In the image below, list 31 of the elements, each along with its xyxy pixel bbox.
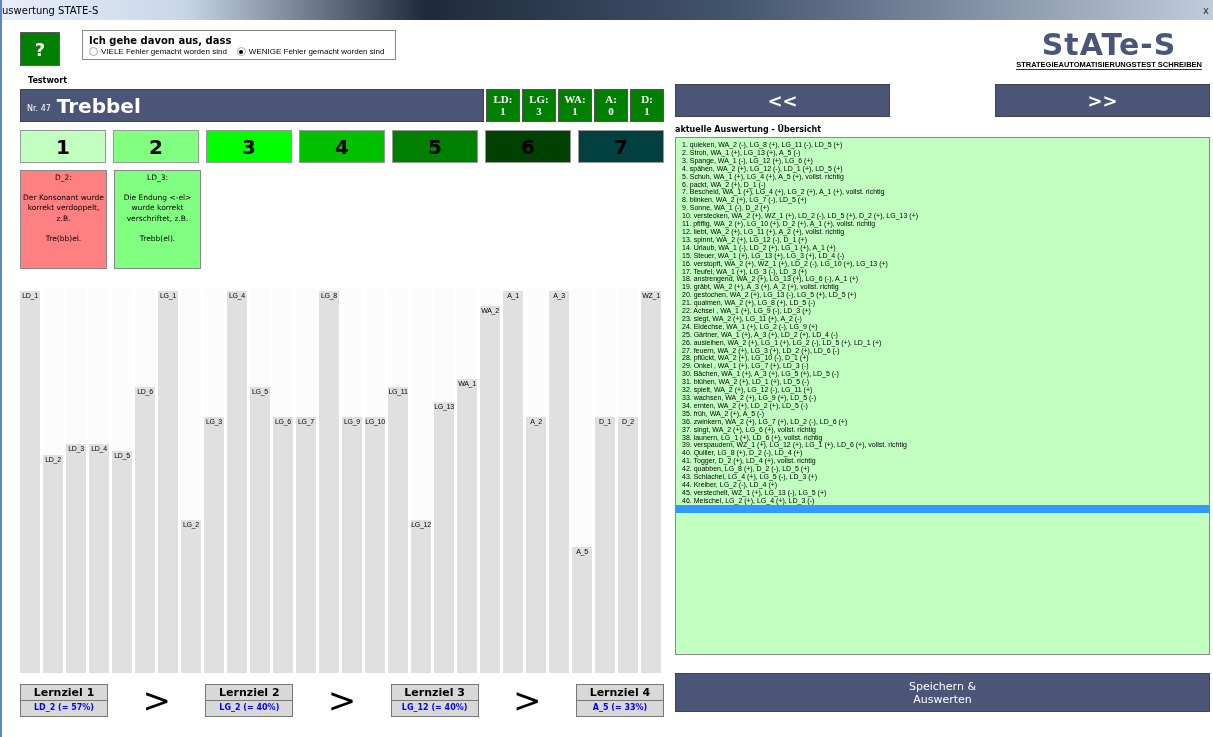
close-button[interactable]: x — [1203, 4, 1209, 16]
goal-box: Lernziel 4 A_5 (= 33%) — [575, 683, 664, 717]
score-badge: A: 0 — [594, 89, 628, 122]
test-word: Trebbel — [56, 93, 141, 118]
help-button[interactable]: ? — [20, 32, 60, 66]
score-badge: LG: 3 — [522, 89, 556, 122]
greater-than-sign: > — [142, 680, 171, 720]
radio-option[interactable]: WENIGE Fehler gemacht worden sind — [236, 47, 385, 56]
testword-label: Testwort — [28, 76, 69, 85]
score-badge: D: 1 — [630, 89, 664, 122]
next-button[interactable]: >> — [995, 84, 1210, 117]
greater-than-sign: > — [513, 680, 542, 720]
window-title: uswertung STATE-S — [2, 4, 99, 16]
radio-option[interactable]: VIELE Fehler gemacht worden sind — [89, 47, 227, 56]
goal-box: Lernziel 1 LD_2 (= 57%) — [20, 683, 108, 717]
goal-box: Lernziel 2 LG_2 (= 40%) — [205, 683, 294, 717]
level-button[interactable]: 5 — [392, 130, 478, 163]
level-button[interactable]: 3 — [206, 130, 292, 163]
overview-title: aktuelle Auswertung - Übersicht — [675, 125, 822, 134]
previous-button[interactable]: << — [675, 84, 890, 117]
goal-box: Lernziel 3 LG_12 (= 40%) — [390, 683, 479, 717]
save-button[interactable]: Speichern & Auswerten — [675, 673, 1210, 712]
score-badge: WA: 1 — [558, 89, 592, 122]
word-number: Nr. 47 — [27, 104, 51, 113]
greater-than-sign: > — [327, 680, 357, 720]
level-button[interactable]: 1 — [20, 130, 106, 163]
selected-row[interactable] — [676, 504, 1209, 513]
group-title: Ich gehe davon aus, dass — [89, 35, 233, 46]
score-badge: LD: 1 — [486, 89, 520, 122]
level-button[interactable]: 4 — [299, 130, 385, 163]
level-button[interactable]: 2 — [113, 130, 199, 163]
